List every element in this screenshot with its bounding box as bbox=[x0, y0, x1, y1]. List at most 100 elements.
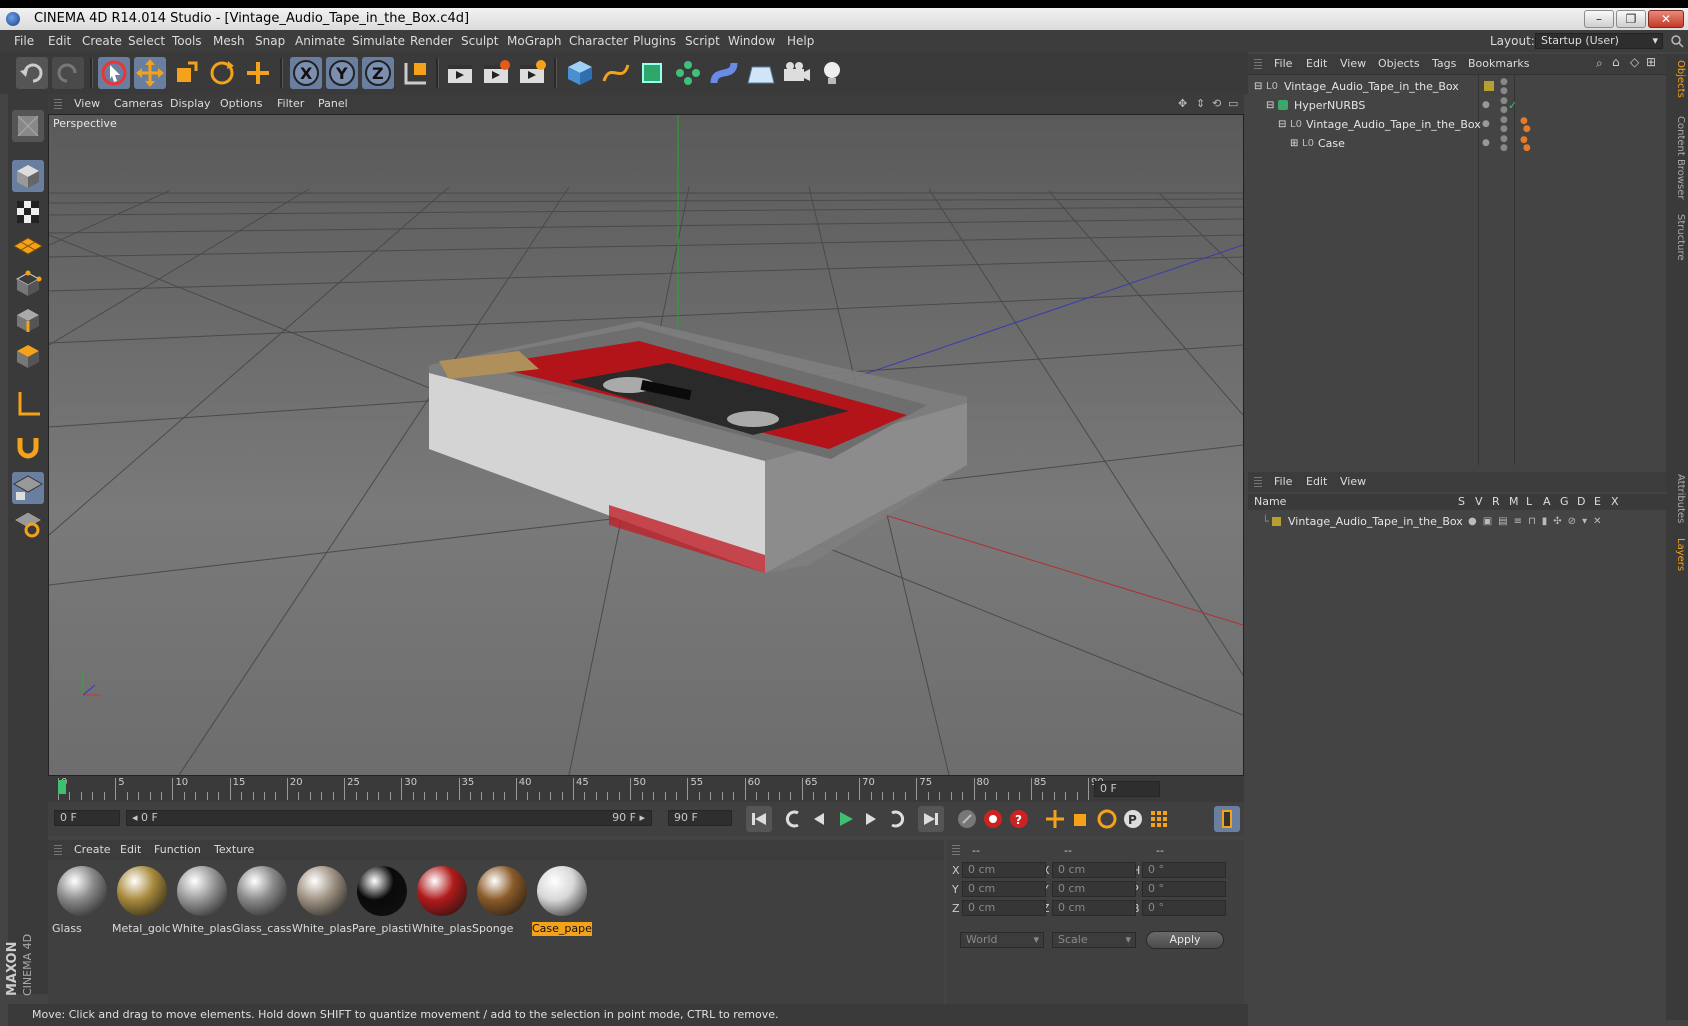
minimize-button[interactable]: – bbox=[1584, 10, 1614, 28]
record-keys-icon[interactable] bbox=[954, 806, 980, 832]
cube-primitive-icon[interactable] bbox=[564, 57, 596, 89]
material-swatch[interactable]: Glass_casse bbox=[232, 864, 292, 936]
menu-plugins[interactable]: Plugins bbox=[633, 34, 676, 48]
points-mode-icon[interactable] bbox=[12, 268, 44, 300]
viewport-menu-display[interactable]: Display bbox=[170, 97, 211, 110]
light-icon[interactable] bbox=[816, 57, 848, 89]
go-to-start-icon[interactable] bbox=[746, 806, 772, 832]
next-frame-icon[interactable] bbox=[858, 806, 884, 832]
size-mode-dropdown[interactable]: Scale ▾ bbox=[1052, 932, 1136, 948]
collapse-icon[interactable]: ⊟ bbox=[1266, 96, 1274, 115]
key-scale-icon[interactable] bbox=[1068, 806, 1094, 832]
material-swatch[interactable]: Metal_golc bbox=[112, 864, 172, 936]
visibility-dots-icon[interactable]: ● ● bbox=[1500, 78, 1508, 96]
viewport-menu-filter[interactable]: Filter bbox=[277, 97, 304, 110]
key-pla-icon[interactable] bbox=[1146, 806, 1172, 832]
key-position-icon[interactable] bbox=[1042, 806, 1068, 832]
layer-color-swatch[interactable] bbox=[1272, 517, 1281, 526]
viewport-menu-panel[interactable]: Panel bbox=[318, 97, 348, 110]
search-icon[interactable] bbox=[1670, 34, 1684, 48]
camera-icon[interactable] bbox=[780, 57, 812, 89]
menu-mesh[interactable]: Mesh bbox=[213, 34, 245, 48]
object-row[interactable]: ⊞ L0 Case ● ● ● ● ● bbox=[1248, 134, 1666, 153]
tab-content-browser[interactable]: Content Browser bbox=[1668, 116, 1686, 199]
viewport-rotate-icon[interactable]: ⟲ bbox=[1212, 97, 1221, 110]
key-parameter-icon[interactable]: P bbox=[1120, 806, 1146, 832]
play-forward-icon[interactable] bbox=[832, 806, 858, 832]
menu-script[interactable]: Script bbox=[685, 34, 720, 48]
menu-snap[interactable]: Snap bbox=[255, 34, 285, 48]
column-header-flag[interactable]: L bbox=[1526, 495, 1532, 508]
apply-button[interactable]: Apply bbox=[1146, 931, 1224, 949]
material-tag-icon[interactable]: ● ● bbox=[1520, 117, 1531, 134]
material-swatch[interactable]: White_plas bbox=[292, 864, 352, 936]
scale-tool-icon[interactable] bbox=[170, 57, 202, 89]
material-swatch[interactable]: Pare_plasti bbox=[352, 864, 412, 936]
restore-button[interactable]: ❐ bbox=[1616, 10, 1646, 28]
column-header-flag[interactable]: A bbox=[1543, 495, 1551, 508]
material-swatch[interactable]: Glass bbox=[52, 864, 112, 936]
layer-flag-icons[interactable]: ●▣▤≡⊓▮✣⊘▾✕ bbox=[1468, 512, 1607, 531]
move-tool-icon[interactable] bbox=[134, 57, 166, 89]
coord-rotation-field[interactable]: 0 ° bbox=[1142, 900, 1226, 916]
column-header-flag[interactable]: D bbox=[1577, 495, 1585, 508]
make-editable-icon[interactable] bbox=[12, 110, 44, 142]
coordinate-system-icon[interactable] bbox=[398, 57, 430, 89]
material-swatch[interactable]: Sponge bbox=[472, 864, 532, 936]
timeline-window-icon[interactable] bbox=[1214, 806, 1240, 832]
search-icon[interactable]: ⌕ bbox=[1596, 56, 1603, 71]
add-object-icon[interactable] bbox=[242, 57, 274, 89]
undo-button[interactable] bbox=[16, 57, 48, 89]
next-keyframe-icon[interactable] bbox=[884, 806, 910, 832]
visibility-dots-icon[interactable]: ● ● bbox=[1500, 97, 1508, 115]
menu-character[interactable]: Character bbox=[569, 34, 628, 48]
menu-sculpt[interactable]: Sculpt bbox=[461, 34, 498, 48]
coordinate-mode-dropdown[interactable]: World ▾ bbox=[960, 932, 1044, 948]
material-swatch[interactable]: Case_pape bbox=[532, 864, 592, 936]
layer-color-swatch[interactable] bbox=[1484, 81, 1494, 91]
coord-position-field[interactable]: 0 cm bbox=[962, 881, 1046, 897]
column-header-flag[interactable]: S bbox=[1458, 495, 1465, 508]
menu-simulate[interactable]: Simulate bbox=[352, 34, 405, 48]
menu-tools[interactable]: Tools bbox=[172, 34, 202, 48]
edges-mode-icon[interactable] bbox=[12, 304, 44, 336]
coord-size-field[interactable]: 0 cm bbox=[1052, 881, 1136, 897]
collapse-icon[interactable]: ⊟ bbox=[1254, 77, 1262, 96]
close-button[interactable]: ✕ bbox=[1648, 10, 1684, 28]
menu-file[interactable]: File bbox=[14, 34, 34, 48]
tab-objects[interactable]: Objects bbox=[1668, 60, 1686, 98]
render-settings-icon[interactable] bbox=[516, 57, 548, 89]
floor-icon[interactable] bbox=[744, 57, 776, 89]
menu-create[interactable]: Create bbox=[82, 34, 122, 48]
visibility-dot-icon[interactable]: ● bbox=[1482, 115, 1490, 134]
coord-size-field[interactable]: 0 cm bbox=[1052, 900, 1136, 916]
live-selection-icon[interactable] bbox=[98, 57, 130, 89]
redo-button[interactable] bbox=[52, 57, 84, 89]
go-to-end-icon[interactable] bbox=[918, 806, 944, 832]
column-header-flag[interactable]: G bbox=[1560, 495, 1569, 508]
layer-menu-file[interactable]: File bbox=[1274, 475, 1292, 488]
visibility-dots-icon[interactable]: ● ● bbox=[1500, 135, 1508, 153]
object-row[interactable]: ⊟ L0 Vintage_Audio_Tape_in_the_Box ● ● ● … bbox=[1248, 115, 1666, 134]
menu-window[interactable]: Window bbox=[728, 34, 775, 48]
workplane-icon[interactable] bbox=[12, 232, 44, 264]
timeline-playhead[interactable] bbox=[58, 780, 66, 794]
expand-icon[interactable]: ⊞ bbox=[1290, 134, 1298, 153]
viewport-maximize-icon[interactable]: ▭ bbox=[1228, 97, 1238, 110]
coord-position-field[interactable]: 0 cm bbox=[962, 900, 1046, 916]
layer-row[interactable]: └ Vintage_Audio_Tape_in_the_Box ●▣▤≡⊓▮✣⊘… bbox=[1248, 512, 1666, 531]
polygons-mode-icon[interactable] bbox=[12, 340, 44, 372]
timeline-ruler[interactable]: 051015202530354045505560657075808590 0 F bbox=[48, 776, 1244, 802]
material-menu-texture[interactable]: Texture bbox=[214, 843, 254, 856]
perspective-viewport[interactable]: Perspective bbox=[48, 114, 1244, 776]
menu-animate[interactable]: Animate bbox=[295, 34, 345, 48]
visibility-dot-icon[interactable]: ● bbox=[1482, 96, 1490, 115]
material-tag-icon[interactable]: ● ● bbox=[1520, 136, 1531, 153]
column-header-flag[interactable]: R bbox=[1492, 495, 1500, 508]
texture-mode-icon[interactable] bbox=[12, 196, 44, 228]
rotate-tool-icon[interactable] bbox=[206, 57, 238, 89]
coord-position-field[interactable]: 0 cm bbox=[962, 862, 1046, 878]
object-menu-tags[interactable]: Tags bbox=[1432, 57, 1456, 70]
visibility-dots-icon[interactable]: ● ● bbox=[1500, 116, 1508, 134]
x-axis-lock-icon[interactable]: X bbox=[290, 57, 322, 89]
